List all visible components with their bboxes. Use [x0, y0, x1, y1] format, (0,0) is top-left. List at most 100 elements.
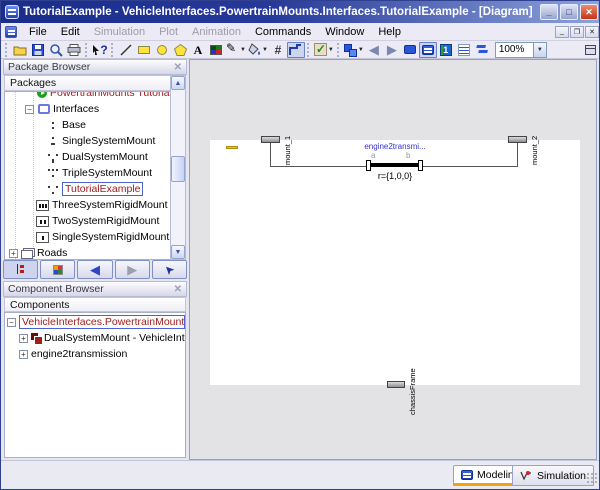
- mdi-restore-button[interactable]: ❐: [570, 26, 584, 38]
- mdi-minimize-button[interactable]: _: [555, 26, 569, 38]
- connection-mode-button[interactable]: [287, 42, 305, 58]
- tab-simulation[interactable]: Simulation: [512, 465, 594, 486]
- used-classes-button[interactable]: [473, 42, 491, 58]
- tree-item-singlesystemmount[interactable]: SingleSystemMount: [5, 133, 185, 149]
- menu-window[interactable]: Window: [318, 24, 371, 40]
- dropdown-arrow-icon[interactable]: ▼: [262, 47, 268, 53]
- icon-view-button[interactable]: [401, 42, 419, 58]
- connection-line[interactable]: [423, 166, 517, 167]
- dropdown-arrow-icon[interactable]: ▼: [240, 47, 246, 53]
- expand-icon[interactable]: +: [19, 334, 28, 343]
- connection-line[interactable]: [270, 166, 366, 167]
- expand-icon[interactable]: +: [19, 350, 28, 359]
- collapse-icon[interactable]: −: [7, 318, 16, 327]
- scroll-down-icon[interactable]: ▼: [171, 245, 185, 259]
- chassisframe-connector[interactable]: [387, 381, 405, 388]
- package-tree-scrollbar[interactable]: ▲ ▼: [170, 75, 186, 260]
- toolbar-grip[interactable]: [337, 43, 341, 57]
- dropdown-arrow-icon[interactable]: ▼: [358, 47, 364, 53]
- fill-color-button[interactable]: ▼: [247, 42, 269, 58]
- bitmap-tool-button[interactable]: [207, 42, 225, 58]
- go-to-top-button[interactable]: ➤: [152, 260, 187, 279]
- check-icon: [314, 43, 327, 56]
- component-item-engine2transmission[interactable]: + engine2transmission: [5, 346, 185, 362]
- title-bar[interactable]: TutorialExample - VehicleInterfaces.Powe…: [1, 1, 600, 23]
- resize-grip[interactable]: [586, 472, 598, 484]
- scrollbar-thumb[interactable]: [171, 156, 185, 182]
- diagram-pane[interactable]: mount_1 mount_2 engine2transmi... a b r=…: [189, 59, 597, 460]
- tree-item-dualsystemmount[interactable]: DualSystemMount: [5, 149, 185, 165]
- frame-a-port[interactable]: [366, 160, 371, 171]
- combo-dropdown-button[interactable]: ▼: [533, 43, 546, 57]
- frame-b-port[interactable]: [418, 160, 423, 171]
- components-column-header[interactable]: Components: [4, 297, 186, 312]
- tree-item-threesystemrigidmount[interactable]: ThreeSystemRigidMount: [5, 197, 185, 213]
- component-item-dualsystemmount[interactable]: + DualSystemMount - VehicleInterfaces...…: [5, 330, 185, 346]
- connection-line[interactable]: [517, 143, 518, 167]
- mount1-connector[interactable]: [261, 136, 280, 143]
- menu-edit[interactable]: Edit: [54, 24, 87, 40]
- menu-commands[interactable]: Commands: [248, 24, 318, 40]
- pen-color-button[interactable]: ✎ ▼: [225, 42, 247, 58]
- icons-view-button[interactable]: [40, 260, 75, 279]
- menu-file[interactable]: File: [22, 24, 54, 40]
- tree-item-tutorialexample[interactable]: TutorialExample: [5, 181, 185, 197]
- package-tree[interactable]: PowertrainMounts Tutorial − Interfaces B…: [4, 91, 186, 260]
- history-back-button[interactable]: ◀: [77, 260, 112, 279]
- dropdown-arrow-icon[interactable]: ▼: [328, 47, 334, 53]
- example-icon: [37, 91, 47, 98]
- close-icon[interactable]: ✕: [174, 284, 182, 295]
- print-button[interactable]: [65, 42, 83, 58]
- menu-help[interactable]: Help: [371, 24, 408, 40]
- scroll-up-icon[interactable]: ▲: [171, 76, 185, 90]
- connection-line[interactable]: [270, 143, 271, 167]
- translate-button[interactable]: ▼: [343, 42, 365, 58]
- document-icon[interactable]: [5, 26, 17, 38]
- toolbar-grip[interactable]: [5, 43, 9, 57]
- diagram-view-button[interactable]: [419, 42, 437, 58]
- previous-button[interactable]: ◀: [365, 42, 383, 58]
- toolbar-grip[interactable]: [85, 43, 89, 57]
- modelica-text-button[interactable]: [455, 42, 473, 58]
- check-model-button[interactable]: ▼: [313, 42, 335, 58]
- tree-item-powertrainmounts-tutorial[interactable]: PowertrainMounts Tutorial: [5, 91, 185, 101]
- tree-item-roads[interactable]: + Roads: [5, 245, 185, 260]
- expand-icon[interactable]: +: [9, 249, 18, 258]
- documentation-button[interactable]: 1: [437, 42, 455, 58]
- toolbar-grip[interactable]: [111, 43, 115, 57]
- line-tool-button[interactable]: [117, 42, 135, 58]
- component-item-root[interactable]: − VehicleInterfaces.PowertrainMounts.Int…: [5, 314, 185, 330]
- tree-item-base[interactable]: Base: [5, 117, 185, 133]
- component-tree[interactable]: − VehicleInterfaces.PowertrainMounts.Int…: [4, 312, 186, 458]
- mdi-close-button[interactable]: ✕: [585, 26, 599, 38]
- tree-item-interfaces[interactable]: − Interfaces: [5, 101, 185, 117]
- close-button[interactable]: ✕: [580, 4, 598, 20]
- rectangle-tool-button[interactable]: [135, 42, 153, 58]
- open-button[interactable]: [11, 42, 29, 58]
- history-forward-button[interactable]: ▶: [115, 260, 150, 279]
- grid-button[interactable]: #: [269, 42, 287, 58]
- mount2-connector[interactable]: [508, 136, 527, 143]
- hierarchy-view-button[interactable]: [3, 260, 38, 279]
- ellipse-tool-button[interactable]: [153, 42, 171, 58]
- tree-item-singlesystemrigidmount[interactable]: SingleSystemRigidMount: [5, 229, 185, 245]
- fixed-translation-component[interactable]: [371, 163, 418, 167]
- close-icon[interactable]: ✕: [174, 62, 182, 73]
- maximize-button[interactable]: □: [560, 4, 578, 20]
- polygon-tool-button[interactable]: [171, 42, 189, 58]
- toolbar-grip[interactable]: [307, 43, 311, 57]
- minimize-button[interactable]: _: [540, 4, 558, 20]
- context-help-button[interactable]: ?: [91, 42, 109, 58]
- zoom-button[interactable]: [47, 42, 65, 58]
- window-layout-button[interactable]: [581, 42, 599, 58]
- packages-column-header[interactable]: Packages: [4, 75, 186, 91]
- package-browser-header[interactable]: Package Browser ✕: [3, 59, 187, 75]
- collapse-icon[interactable]: −: [25, 105, 34, 114]
- next-button[interactable]: ▶: [383, 42, 401, 58]
- tree-item-triplesystemmount[interactable]: TripleSystemMount: [5, 165, 185, 181]
- zoom-level-combo[interactable]: 100% ▼: [495, 42, 547, 58]
- component-browser-header[interactable]: Component Browser ✕: [3, 281, 187, 297]
- tree-item-twosystemrigidmount[interactable]: TwoSystemRigidMount: [5, 213, 185, 229]
- text-tool-button[interactable]: A: [189, 42, 207, 58]
- save-button[interactable]: [29, 42, 47, 58]
